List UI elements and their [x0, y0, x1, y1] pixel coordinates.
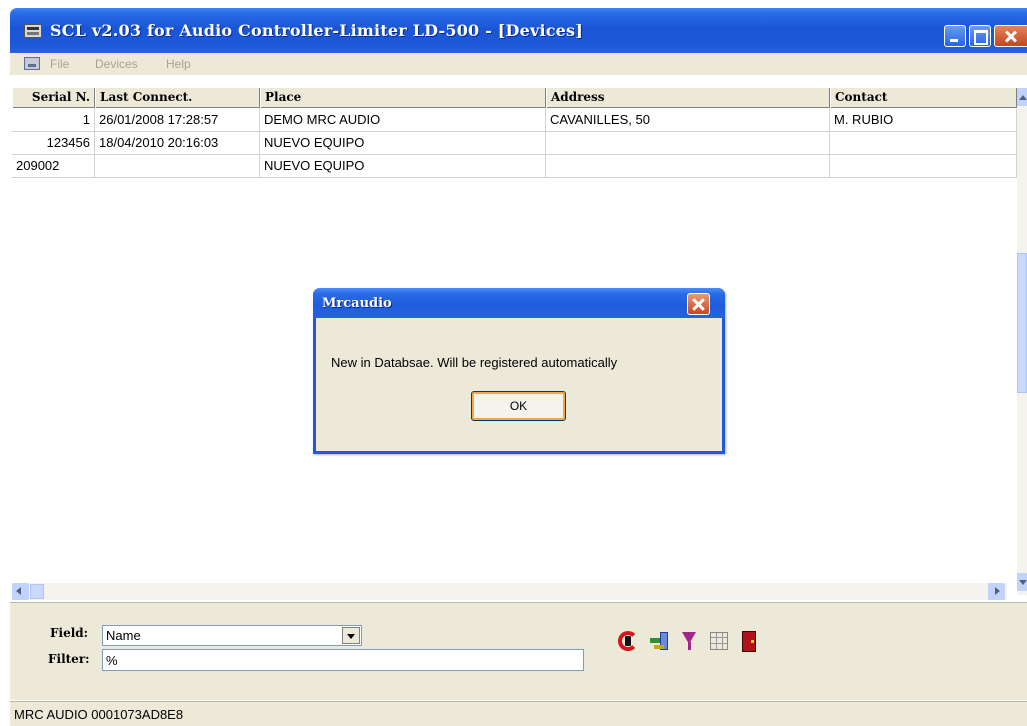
filter-input[interactable]: % [102, 649, 584, 671]
cell-last-connect[interactable]: 18/04/2010 20:16:03 [95, 132, 260, 155]
chevron-down-icon[interactable] [342, 627, 360, 644]
filter-icon[interactable] [676, 628, 702, 654]
status-bar: MRC AUDIO 0001073AD8E8 [10, 701, 1027, 726]
window-title: SCL v2.03 for Audio Controller-Limiter L… [50, 21, 584, 40]
column-header-address[interactable]: Address [546, 88, 830, 108]
cell-address[interactable] [546, 132, 830, 155]
filter-label: Filter: [48, 652, 90, 666]
window-titlebar: SCL v2.03 for Audio Controller-Limiter L… [10, 8, 1027, 53]
table-row[interactable]: 209002 NUEVO EQUIPO [12, 155, 1017, 178]
cell-address[interactable]: CAVANILLES, 50 [546, 109, 830, 132]
cell-last-connect[interactable]: 26/01/2008 17:28:57 [95, 109, 260, 132]
cell-place[interactable]: NUEVO EQUIPO [260, 155, 546, 178]
cell-serial[interactable]: 1 [12, 109, 95, 132]
horizontal-scrollbar[interactable] [12, 583, 1007, 600]
menu-help[interactable]: Help [166, 57, 191, 71]
cell-serial[interactable]: 209002 [12, 155, 95, 178]
column-header-contact[interactable]: Contact [830, 88, 1017, 108]
vertical-scrollbar[interactable] [1017, 88, 1027, 595]
column-header-serial[interactable]: Serial N. [12, 88, 95, 108]
refresh-icon[interactable] [615, 628, 641, 654]
cell-place[interactable]: DEMO MRC AUDIO [260, 109, 546, 132]
scroll-up-arrow-icon[interactable] [1017, 88, 1027, 106]
field-label: Field: [50, 626, 89, 640]
scroll-right-arrow-icon[interactable] [988, 583, 1005, 600]
vertical-scroll-thumb[interactable] [1017, 253, 1027, 393]
dialog-title: Mrcaudio [322, 296, 392, 311]
connect-device-icon[interactable] [646, 628, 672, 654]
filter-panel: Field: Name Filter: % [10, 602, 1027, 700]
grid-icon[interactable] [706, 628, 732, 654]
menu-file[interactable]: File [50, 57, 69, 71]
document-icon[interactable] [24, 57, 40, 70]
table-row[interactable]: 1 26/01/2008 17:28:57 DEMO MRC AUDIO CAV… [12, 109, 1017, 132]
field-select-value: Name [106, 628, 141, 643]
field-select[interactable]: Name [102, 625, 362, 646]
cell-last-connect[interactable] [95, 155, 260, 178]
horizontal-scroll-thumb[interactable] [30, 584, 44, 599]
dialog-close-button[interactable] [687, 293, 710, 315]
cell-contact[interactable] [830, 132, 1017, 155]
ok-button[interactable]: OK [471, 391, 566, 421]
menu-bar: File Devices Help [10, 53, 1027, 75]
minimize-button[interactable] [944, 25, 966, 47]
app-icon[interactable] [24, 24, 42, 38]
dialog-titlebar[interactable]: Mrcaudio [313, 288, 725, 318]
cell-contact[interactable]: M. RUBIO [830, 109, 1017, 132]
table-row[interactable]: 123456 18/04/2010 20:16:03 NUEVO EQUIPO [12, 132, 1017, 155]
menu-devices[interactable]: Devices [95, 57, 138, 71]
dialog-message: New in Databsae. Will be registered auto… [331, 355, 618, 370]
filter-input-value: % [106, 653, 118, 668]
column-header-last-connect[interactable]: Last Connect. [95, 88, 260, 108]
message-dialog: Mrcaudio New in Databsae. Will be regist… [313, 288, 725, 454]
cell-serial[interactable]: 123456 [12, 132, 95, 155]
column-header-place[interactable]: Place [260, 88, 546, 108]
exit-icon[interactable] [736, 628, 762, 654]
cell-contact[interactable] [830, 155, 1017, 178]
cell-place[interactable]: NUEVO EQUIPO [260, 132, 546, 155]
close-window-button[interactable] [994, 25, 1027, 47]
scroll-down-arrow-icon[interactable] [1017, 573, 1027, 591]
grid-header: Serial N. Last Connect. Place Address Co… [12, 88, 1017, 108]
scroll-left-arrow-icon[interactable] [12, 583, 29, 600]
cell-address[interactable] [546, 155, 830, 178]
maximize-button[interactable] [969, 25, 991, 47]
status-text: MRC AUDIO 0001073AD8E8 [14, 707, 184, 722]
